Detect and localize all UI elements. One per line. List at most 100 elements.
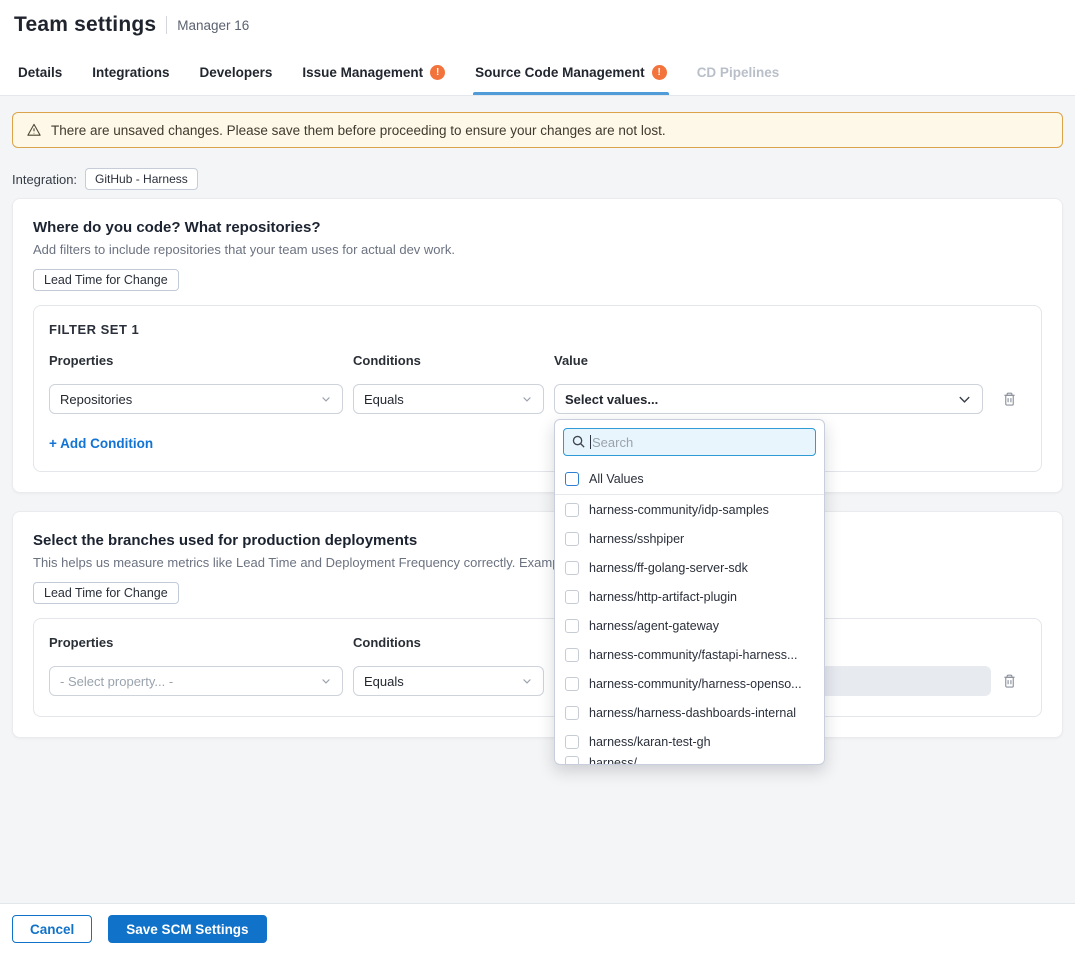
tab-label: Details: [18, 65, 62, 80]
conditions-column-label: Conditions: [353, 353, 544, 368]
dropdown-option[interactable]: harness/agent-gateway: [555, 611, 824, 640]
search-icon: [571, 434, 586, 454]
chevron-down-icon: [320, 393, 332, 405]
dropdown-option-clipped[interactable]: harness/…: [555, 756, 824, 764]
search-input[interactable]: [563, 428, 816, 456]
chevron-down-icon: [957, 392, 972, 407]
tab-label: Source Code Management: [475, 65, 645, 80]
filter-row: Repositories Equals Select values.: [49, 384, 1026, 414]
option-label: harness/sshpiper: [589, 532, 684, 546]
properties-column-label: Properties: [49, 353, 343, 368]
branches-card: Select the branches used for production …: [12, 511, 1063, 738]
tab-source-code-management[interactable]: Source Code Management !: [475, 50, 667, 95]
tab-label: CD Pipelines: [697, 65, 780, 80]
tab-issue-management[interactable]: Issue Management !: [302, 50, 445, 95]
lead-time-chip: Lead Time for Change: [33, 582, 179, 604]
page-header: Team settings Manager 16: [0, 0, 1075, 50]
option-label: harness-community/idp-samples: [589, 503, 769, 517]
all-values-checkbox[interactable]: [565, 472, 579, 486]
tab-integrations[interactable]: Integrations: [92, 50, 169, 95]
filter-set-1: FILTER SET 1 Properties Conditions Value…: [33, 305, 1042, 472]
option-label: harness-community/harness-openso...: [589, 677, 802, 691]
delete-filter-button[interactable]: [993, 391, 1026, 407]
unsaved-changes-banner: There are unsaved changes. Please save t…: [12, 112, 1063, 148]
option-label: harness/karan-test-gh: [589, 735, 711, 749]
dropdown-option[interactable]: harness/http-artifact-plugin: [555, 582, 824, 611]
tab-label: Developers: [200, 65, 273, 80]
branches-card-title: Select the branches used for production …: [33, 532, 1042, 549]
dropdown-search: [563, 428, 816, 456]
title-divider: [166, 16, 167, 34]
team-settings-page: Team settings Manager 16 Details Integra…: [0, 0, 1075, 954]
alert-badge-icon: !: [430, 65, 445, 80]
dropdown-option[interactable]: harness-community/fastapi-harness...: [555, 640, 824, 669]
filter-set-title: FILTER SET 1: [49, 322, 1026, 337]
dropdown-option[interactable]: harness/sshpiper: [555, 524, 824, 553]
checkbox[interactable]: [565, 648, 579, 662]
condition-select-value: Equals: [364, 674, 404, 689]
tab-label: Integrations: [92, 65, 169, 80]
checkbox[interactable]: [565, 561, 579, 575]
all-values-label: All Values: [589, 472, 644, 486]
dropdown-option[interactable]: harness/harness-dashboards-internal: [555, 698, 824, 727]
save-scm-settings-button[interactable]: Save SCM Settings: [108, 915, 266, 943]
option-label: harness/harness-dashboards-internal: [589, 706, 796, 720]
value-select-placeholder: Select values...: [565, 392, 658, 407]
checkbox[interactable]: [565, 590, 579, 604]
conditions-column-label: Conditions: [353, 635, 544, 650]
property-select-value: Repositories: [60, 392, 132, 407]
chevron-down-icon: [521, 675, 533, 687]
option-label: harness/ff-golang-server-sdk: [589, 561, 748, 575]
checkbox[interactable]: [565, 503, 579, 517]
warning-triangle-icon: [26, 122, 42, 138]
tab-bar: Details Integrations Developers Issue Ma…: [0, 50, 1075, 96]
value-multiselect[interactable]: Select values...: [554, 384, 983, 414]
option-label: harness/…: [589, 756, 649, 764]
property-select[interactable]: - Select property... -: [49, 666, 343, 696]
all-values-option[interactable]: All Values: [555, 464, 824, 495]
value-column: Select values...: [554, 384, 983, 414]
dropdown-option[interactable]: harness-community/idp-samples: [555, 495, 824, 524]
checkbox[interactable]: [565, 756, 579, 764]
branches-card-subtitle: This helps us measure metrics like Lead …: [33, 555, 1042, 570]
content-area: There are unsaved changes. Please save t…: [0, 96, 1075, 738]
condition-select-value: Equals: [364, 392, 404, 407]
cancel-button[interactable]: Cancel: [12, 915, 92, 943]
lead-time-chip: Lead Time for Change: [33, 269, 179, 291]
dropdown-option[interactable]: harness/ff-golang-server-sdk: [555, 553, 824, 582]
integration-chip: GitHub - Harness: [85, 168, 198, 190]
footer-bar: Cancel Save SCM Settings: [0, 903, 1075, 954]
checkbox[interactable]: [565, 677, 579, 691]
banner-text: There are unsaved changes. Please save t…: [51, 123, 666, 138]
checkbox[interactable]: [565, 619, 579, 633]
tab-developers[interactable]: Developers: [200, 50, 273, 95]
filter-column-headers: Properties Conditions: [49, 635, 1026, 650]
dropdown-option[interactable]: harness/karan-test-gh: [555, 727, 824, 756]
condition-select[interactable]: Equals: [353, 384, 544, 414]
value-column-label: Value: [554, 353, 983, 368]
properties-column-label: Properties: [49, 635, 343, 650]
option-label: harness/http-artifact-plugin: [589, 590, 737, 604]
delete-filter-button[interactable]: [993, 673, 1026, 689]
property-select[interactable]: Repositories: [49, 384, 343, 414]
condition-select[interactable]: Equals: [353, 666, 544, 696]
checkbox[interactable]: [565, 532, 579, 546]
dropdown-option[interactable]: harness-community/harness-openso...: [555, 669, 824, 698]
page-title: Team settings: [14, 13, 156, 37]
team-name: Manager 16: [177, 18, 249, 33]
option-label: harness/agent-gateway: [589, 619, 719, 633]
text-cursor: [590, 435, 591, 449]
filter-column-headers: Properties Conditions Value: [49, 353, 1026, 368]
tab-cd-pipelines: CD Pipelines: [697, 50, 780, 95]
integration-row: Integration: GitHub - Harness: [12, 168, 1063, 190]
tab-label: Issue Management: [302, 65, 423, 80]
integration-label: Integration:: [12, 172, 77, 187]
values-dropdown: All Values harness-community/idp-samples…: [554, 419, 825, 765]
checkbox[interactable]: [565, 706, 579, 720]
repositories-card-title: Where do you code? What repositories?: [33, 219, 1042, 236]
checkbox[interactable]: [565, 735, 579, 749]
tab-details[interactable]: Details: [18, 50, 62, 95]
chevron-down-icon: [320, 675, 332, 687]
add-condition-button[interactable]: + Add Condition: [49, 436, 1026, 451]
repositories-card-subtitle: Add filters to include repositories that…: [33, 242, 1042, 257]
